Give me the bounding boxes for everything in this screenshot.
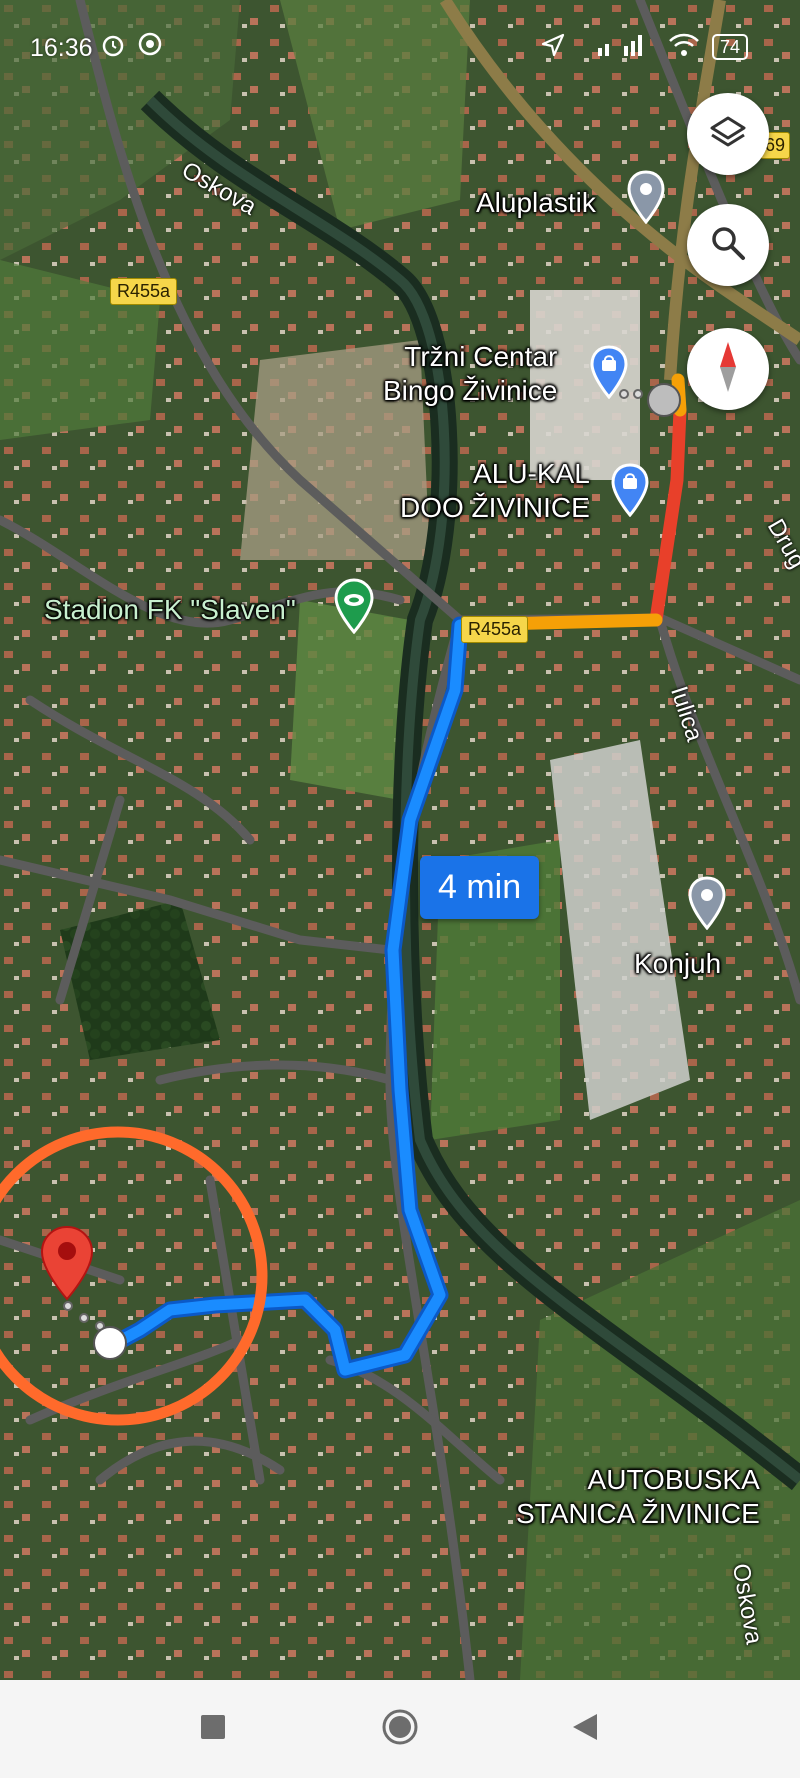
place-pin-icon[interactable] [627,170,665,229]
system-nav-bar [0,1680,800,1778]
place-name-line2: Bingo Živinice [383,375,558,406]
place-name-line2: STANICA ŽIVINICE [516,1498,760,1529]
recents-square-icon [199,1713,227,1746]
place-pin-icon[interactable] [688,876,726,935]
location-arrow-icon [540,32,566,65]
battery-icon: 74 [712,32,749,60]
home-circle-icon [380,1707,420,1752]
place-label-bus-station[interactable]: AUTOBUSKA STANICA ŽIVINICE [516,1463,760,1531]
shopping-bag-icon[interactable] [611,463,649,522]
place-label-stadion[interactable]: Stadion FK "Slaven" [44,593,296,627]
recents-button[interactable] [186,1702,240,1756]
search-icon [709,224,747,267]
chrome-icon [138,32,162,63]
map-view[interactable]: Aluplastik Tržni Centar Bingo Živinice A… [0,0,800,1680]
place-label-bingo[interactable]: Tržni Centar Bingo Živinice [383,340,557,408]
road-badge: R455a [461,616,529,643]
place-name-line1: Tržni Centar [404,341,558,372]
alarm-icon [100,32,126,65]
battery-level: 74 [720,37,741,57]
wifi-icon [668,32,700,65]
place-name: Konjuh [634,948,722,979]
signal-icon [596,32,646,65]
place-name-line2: DOO ŽIVINICE [400,492,590,523]
place-label-aluplastik[interactable]: Aluplastik [476,186,596,220]
place-name: Stadion FK "Slaven" [44,594,296,625]
route-eta-label[interactable]: 4 min [420,856,540,919]
status-bar: 16:36 74 [0,0,800,96]
route-start-point [93,1326,127,1360]
layers-icon [708,112,748,157]
satellite-imagery [0,0,800,1680]
stadium-icon[interactable] [334,578,374,639]
destination-pin-icon[interactable] [40,1225,94,1306]
shopping-bag-icon[interactable] [590,345,628,404]
search-button[interactable] [687,204,769,286]
layers-button[interactable] [687,93,769,175]
place-name-line1: AUTOBUSKA [587,1464,760,1495]
compass-button[interactable] [687,328,769,410]
place-label-konjuh[interactable]: Konjuh [634,947,721,981]
back-button[interactable] [558,1702,612,1756]
route-end-point [647,383,681,417]
place-label-alukal[interactable]: ALU-KAL DOO ŽIVINICE [400,457,590,525]
home-button[interactable] [373,1702,427,1756]
compass-icon [710,340,746,399]
road-badge: R455a [110,278,178,305]
back-triangle-icon [571,1712,599,1747]
place-name-line1: ALU-KAL [473,458,590,489]
place-name: Aluplastik [476,187,596,218]
status-time: 16:36 [30,34,93,62]
